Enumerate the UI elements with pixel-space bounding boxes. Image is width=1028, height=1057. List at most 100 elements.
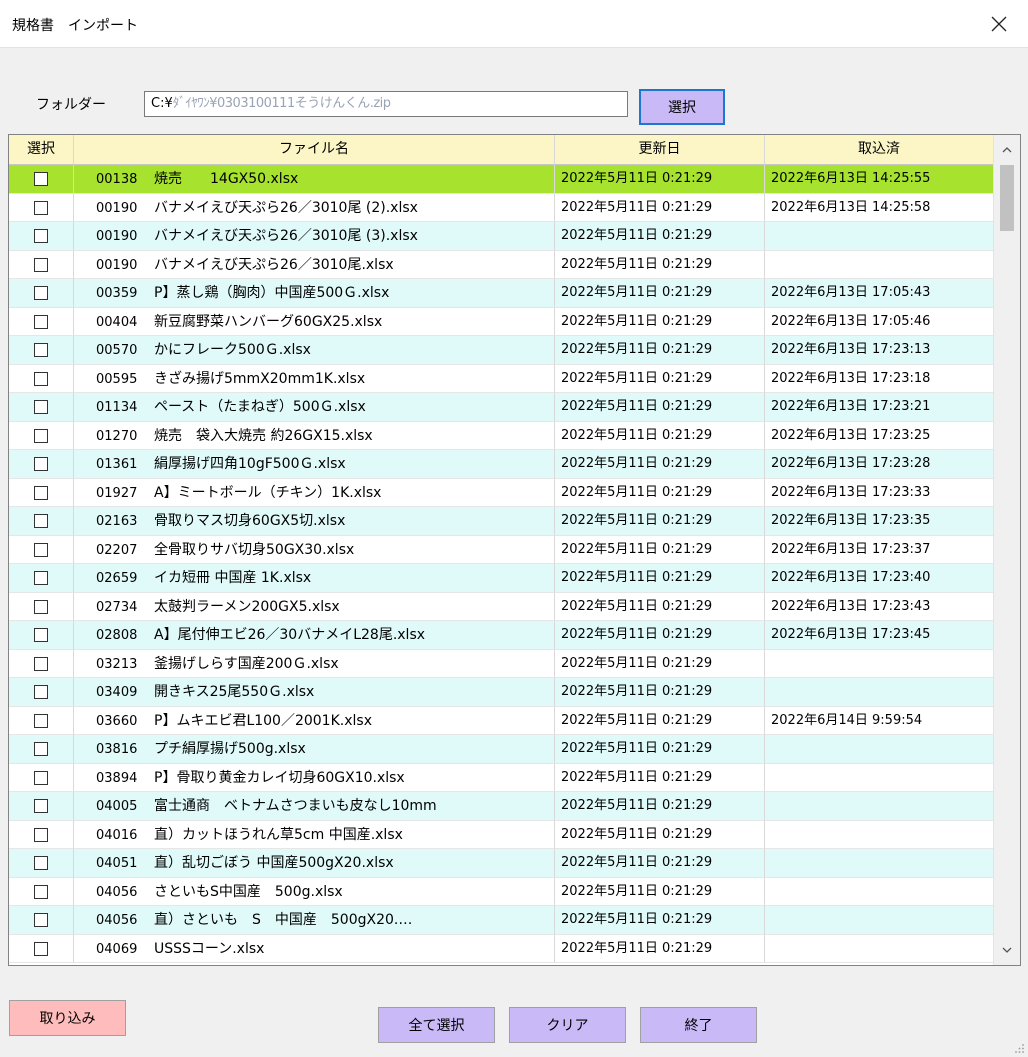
- row-checkbox[interactable]: [34, 485, 48, 500]
- row-checkbox[interactable]: [34, 799, 48, 813]
- row-checkbox[interactable]: [34, 599, 48, 614]
- table-row[interactable]: 04051 直）乱切ごぼう 中国産500gX20.xlsx 2022年5月11日 0…: [9, 849, 994, 878]
- row-checkbox[interactable]: [34, 713, 48, 728]
- table-row[interactable]: 02808 A】尾付伸エビ26／30バナメイL28尾.xlsx 2022年5月11日…: [9, 621, 994, 650]
- table-row[interactable]: 01927 A】ミートボール（チキン）1K.xlsx 2022年5月11日 0:21…: [9, 478, 994, 507]
- table-row[interactable]: 03660 P】ムキエビ君L100／2001K.xlsx 2022年5月11日 0:…: [9, 706, 994, 735]
- column-header-imported[interactable]: 取込済: [765, 135, 994, 164]
- column-header-select[interactable]: 選択: [9, 135, 74, 164]
- row-checkbox[interactable]: [34, 200, 48, 215]
- scroll-down-button[interactable]: [994, 937, 1020, 963]
- row-checkbox[interactable]: [34, 685, 48, 699]
- row-checkbox[interactable]: [34, 742, 48, 756]
- filename-cell: 00595 きざみ揚げ5mmX20mm1K.xlsx: [74, 364, 555, 393]
- table-row[interactable]: 00138 焼売 14GX50.xlsx 2022年5月11日 0:21:29 202…: [9, 165, 994, 194]
- folder-select-button[interactable]: 選択: [639, 89, 725, 125]
- row-checkbox[interactable]: [34, 371, 48, 386]
- table-row[interactable]: 03894 P】骨取り黄金カレイ切身60GX10.xlsx 2022年5月11日 0…: [9, 763, 994, 792]
- table-row[interactable]: 00570 かにフレーク500Ｇ.xlsx 2022年5月11日 0:21:29 20…: [9, 336, 994, 365]
- select-cell: [9, 621, 74, 650]
- table-row[interactable]: 00190 バナメイえび天ぷら26／3010尾.xlsx 2022年5月11日 0:…: [9, 250, 994, 279]
- table-row[interactable]: 04069 USSSコーン.xlsx 2022年5月11日 0:21:29: [9, 934, 994, 963]
- clear-button[interactable]: クリア: [509, 1007, 626, 1043]
- table-row[interactable]: 03213 釜揚げしらす国産200Ｇ.xlsx 2022年5月11日 0:21:29: [9, 649, 994, 678]
- table-row[interactable]: 03409 開きキス25尾550Ｇ.xlsx 2022年5月11日 0:21:29: [9, 678, 994, 707]
- updated-cell: 2022年5月11日 0:21:29: [555, 478, 765, 507]
- imported-cell: [765, 820, 994, 849]
- file-name: A】ミートボール（チキン）1K.xlsx: [154, 484, 382, 501]
- close-button[interactable]: [970, 0, 1028, 47]
- filename-cell: 02659 イカ短冊 中国産 1K.xlsx: [74, 564, 555, 593]
- scroll-thumb[interactable]: [1000, 165, 1014, 231]
- row-checkbox[interactable]: [34, 656, 48, 671]
- select-cell: [9, 193, 74, 222]
- file-name: ペースト（たまねぎ）500Ｇ.xlsx: [154, 399, 366, 415]
- file-grid[interactable]: 選択 ファイル名 更新日 取込済 00138 焼売 14GX50.xlsx 2022…: [8, 134, 1021, 966]
- table-row[interactable]: 01134 ペースト（たまねぎ）500Ｇ.xlsx 2022年5月11日 0:21:…: [9, 393, 994, 422]
- resize-grip-icon[interactable]: [1014, 1043, 1024, 1053]
- exit-button[interactable]: 終了: [640, 1007, 757, 1043]
- row-checkbox[interactable]: [34, 941, 48, 956]
- row-checkbox[interactable]: [34, 343, 48, 357]
- row-checkbox[interactable]: [34, 257, 48, 272]
- file-code: 01361: [96, 457, 138, 472]
- row-checkbox[interactable]: [34, 514, 48, 528]
- table-row[interactable]: 01270 焼売 袋入大焼売 約26GX15.xlsx 2022年5月11日 0:2…: [9, 421, 994, 450]
- select-all-button[interactable]: 全て選択: [378, 1007, 495, 1043]
- file-name: 骨取りマス切身60GX5切.xlsx: [154, 513, 346, 529]
- row-checkbox[interactable]: [34, 229, 48, 243]
- table-row[interactable]: 03816 プチ絹厚揚げ500g.xlsx 2022年5月11日 0:21:29: [9, 735, 994, 764]
- filename-cell: 03894 P】骨取り黄金カレイ切身60GX10.xlsx: [74, 763, 555, 792]
- filename-cell: 00138 焼売 14GX50.xlsx: [74, 165, 555, 194]
- column-header-filename[interactable]: ファイル名: [74, 135, 555, 164]
- file-name: A】尾付伸エビ26／30バナメイL28尾.xlsx: [154, 627, 426, 643]
- updated-cell: 2022年5月11日 0:21:29: [555, 792, 765, 821]
- table-row[interactable]: 00359 P】蒸し鶏（胸肉）中国産500Ｇ.xlsx 2022年5月11日 0:2…: [9, 279, 994, 308]
- table-row[interactable]: 04056 直）さといも S 中国産 500gX20.… 2022年5月11日 0:…: [9, 906, 994, 935]
- vertical-scrollbar[interactable]: [993, 135, 1020, 965]
- filename-cell: 04016 直）カットほうれん草5cm 中国産.xlsx: [74, 820, 555, 849]
- select-cell: [9, 364, 74, 393]
- file-name: きざみ揚げ5mmX20mm1K.xlsx: [154, 370, 366, 387]
- table-row[interactable]: 02659 イカ短冊 中国産 1K.xlsx 2022年5月11日 0:21:29 2…: [9, 564, 994, 593]
- row-checkbox[interactable]: [34, 457, 48, 471]
- select-cell: [9, 792, 74, 821]
- row-checkbox[interactable]: [34, 884, 48, 899]
- table-row[interactable]: 00595 きざみ揚げ5mmX20mm1K.xlsx 2022年5月11日 0:21…: [9, 364, 994, 393]
- table-row[interactable]: 02734 太鼓判ラーメン200GX5.xlsx 2022年5月11日 0:21:2…: [9, 592, 994, 621]
- row-checkbox[interactable]: [34, 571, 48, 585]
- row-checkbox[interactable]: [34, 913, 48, 927]
- row-checkbox[interactable]: [34, 286, 48, 300]
- table-row[interactable]: 04005 富士通商 ベトナムさつまいも皮なし10mm 2022年5月11日 0:2…: [9, 792, 994, 821]
- select-cell: [9, 877, 74, 906]
- table-row[interactable]: 02207 全骨取りサバ切身50GX30.xlsx 2022年5月11日 0:21:…: [9, 535, 994, 564]
- table-row[interactable]: 04056 さといもS中国産 500g.xlsx 2022年5月11日 0:21:2…: [9, 877, 994, 906]
- folder-path-input[interactable]: C:¥ﾀﾞｲﾔﾜﾝ¥0303100111そうけんくん.zip: [144, 91, 628, 117]
- imported-cell: 2022年6月14日 9:59:54: [765, 706, 994, 735]
- select-cell: [9, 678, 74, 707]
- row-checkbox[interactable]: [34, 770, 48, 785]
- select-cell: [9, 279, 74, 308]
- row-checkbox[interactable]: [34, 314, 48, 329]
- row-checkbox[interactable]: [34, 400, 48, 414]
- row-checkbox[interactable]: [34, 172, 48, 186]
- row-checkbox[interactable]: [34, 827, 48, 842]
- table-row[interactable]: 04016 直）カットほうれん草5cm 中国産.xlsx 2022年5月11日 0:…: [9, 820, 994, 849]
- scroll-up-button[interactable]: [994, 137, 1020, 163]
- row-checkbox[interactable]: [34, 542, 48, 557]
- column-header-updated[interactable]: 更新日: [555, 135, 765, 164]
- row-checkbox[interactable]: [34, 428, 48, 443]
- file-name: 新豆腐野菜ハンバーグ60GX25.xlsx: [154, 313, 383, 330]
- table-row[interactable]: 02163 骨取りマス切身60GX5切.xlsx 2022年5月11日 0:21:2…: [9, 507, 994, 536]
- table-row[interactable]: 00190 バナメイえび天ぷら26／3010尾 (3).xlsx 2022年5月11…: [9, 222, 994, 251]
- select-cell: [9, 165, 74, 194]
- table-row[interactable]: 01361 絹厚揚げ四角10gF500Ｇ.xlsx 2022年5月11日 0:21:…: [9, 450, 994, 479]
- row-checkbox[interactable]: [34, 856, 48, 870]
- table-row[interactable]: 00190 バナメイえび天ぷら26／3010尾 (2).xlsx 2022年5月11…: [9, 193, 994, 222]
- table-row[interactable]: 00404 新豆腐野菜ハンバーグ60GX25.xlsx 2022年5月11日 0:2…: [9, 307, 994, 336]
- row-checkbox[interactable]: [34, 628, 48, 642]
- imported-cell: 2022年6月13日 17:23:43: [765, 592, 994, 621]
- imported-cell: 2022年6月13日 17:23:40: [765, 564, 994, 593]
- select-cell: [9, 849, 74, 878]
- import-button[interactable]: 取り込み: [9, 1000, 126, 1036]
